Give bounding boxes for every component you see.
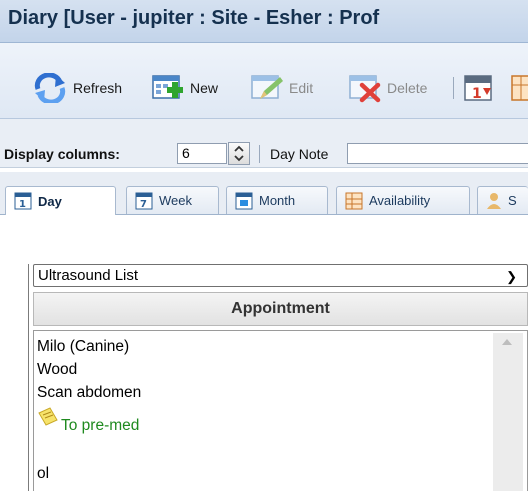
display-columns-label: Display columns: <box>4 146 120 162</box>
field-separator <box>259 145 260 163</box>
person-icon <box>487 192 501 209</box>
tab-month-label: Month <box>259 193 296 208</box>
edit-appointment-icon <box>251 75 283 99</box>
calendar-day-number: 1 <box>472 86 482 102</box>
delete-label: Delete <box>387 80 428 96</box>
appointment-procedure[interactable]: Scan abdomen <box>37 384 141 402</box>
day-note-input[interactable] <box>347 143 528 164</box>
tab-week-label: Week <box>159 193 192 208</box>
new-button[interactable]: New <box>151 73 218 103</box>
refresh-label: Refresh <box>73 80 123 96</box>
month-calendar-icon <box>235 192 253 209</box>
tab-availability-label: Availability <box>369 193 431 208</box>
day-calendar-icon: 1 <box>14 192 32 210</box>
diary-list-select[interactable]: Ultrasound List ❯ <box>33 264 528 287</box>
appointment-extra[interactable]: ol <box>37 465 49 483</box>
tab-week[interactable]: 7 Week <box>126 186 219 214</box>
tab-staff-label: S <box>508 193 517 208</box>
edit-label: Edit <box>289 80 314 96</box>
vertical-scrollbar[interactable] <box>493 333 523 491</box>
chevron-down-icon: ❯ <box>506 269 517 284</box>
diary-list-value: Ultrasound List <box>38 267 139 284</box>
week-icon-number: 7 <box>140 199 147 210</box>
refresh-button[interactable]: Refresh <box>32 73 122 103</box>
toolbar: Refresh New Edit Delete 1 <box>0 43 528 119</box>
appointment-owner[interactable]: Wood <box>37 361 77 379</box>
delete-appointment-icon <box>349 75 381 103</box>
tab-availability[interactable]: Availability <box>336 186 470 214</box>
tab-month[interactable]: Month <box>226 186 328 214</box>
go-to-date-button[interactable]: 1 <box>463 73 500 103</box>
new-label: New <box>190 80 219 96</box>
note-icon <box>38 407 58 426</box>
window-title: Diary [User - jupiter : Site - Esher : P… <box>8 7 380 29</box>
content-border <box>28 264 29 491</box>
day-icon-number: 1 <box>19 199 26 210</box>
tab-day[interactable]: 1 Day <box>5 186 116 215</box>
appointment-note[interactable]: To pre-med <box>61 417 139 435</box>
toolbar-separator <box>453 77 454 99</box>
edit-button[interactable]: Edit <box>250 73 313 103</box>
display-columns-stepper[interactable] <box>228 142 250 165</box>
spin-arrows-icon <box>234 145 244 162</box>
new-appointment-icon <box>152 75 183 99</box>
window-titlebar: Diary [User - jupiter : Site - Esher : P… <box>0 0 528 43</box>
calendar-date-icon: 1 <box>464 75 492 102</box>
week-calendar-icon: 7 <box>135 192 153 210</box>
delete-button[interactable]: Delete <box>348 73 427 103</box>
tab-day-label: Day <box>38 193 62 209</box>
availability-grid-icon <box>345 192 363 209</box>
calendar-view-button[interactable] <box>510 73 528 103</box>
appointment-column-header[interactable]: Appointment <box>33 292 528 326</box>
appointment-patient[interactable]: Milo (Canine) <box>37 338 129 356</box>
day-note-label: Day Note <box>270 146 329 162</box>
calendar-grid-icon <box>511 75 528 101</box>
tab-staff[interactable]: S <box>477 186 528 214</box>
refresh-icon <box>34 73 66 103</box>
display-columns-input[interactable]: 6 <box>177 143 227 164</box>
scroll-up-icon[interactable] <box>502 339 512 345</box>
